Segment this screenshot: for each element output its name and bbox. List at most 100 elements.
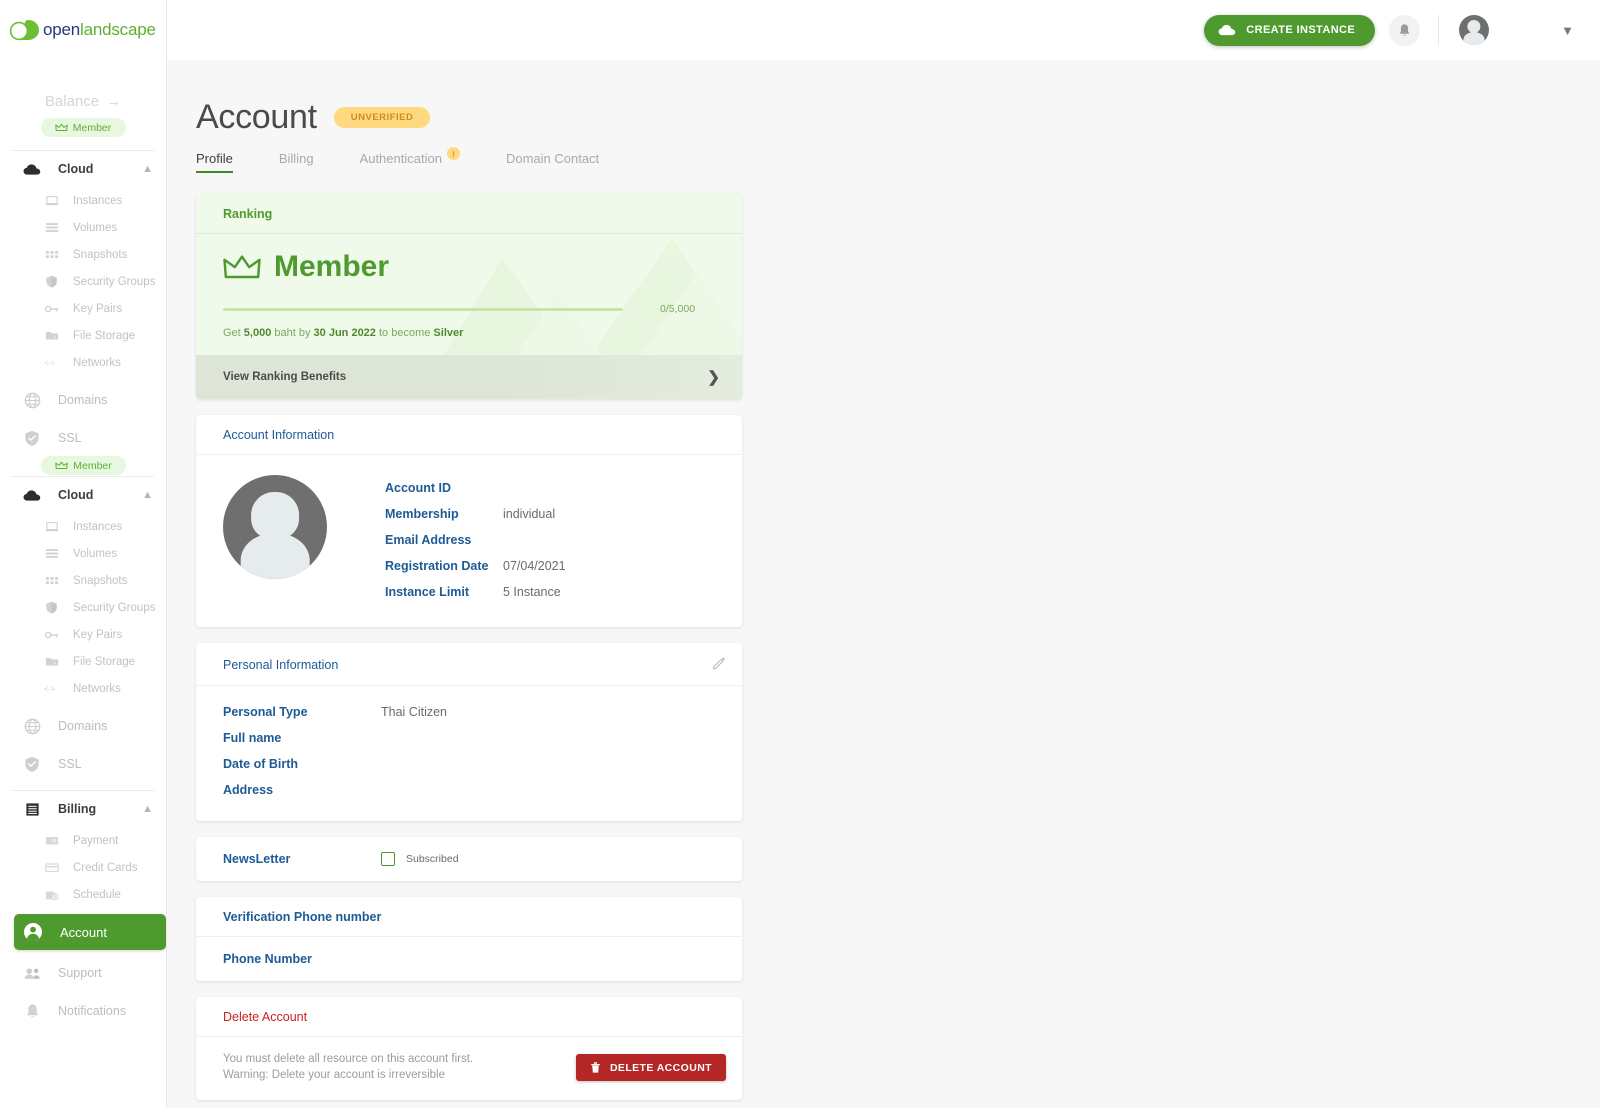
sidebar-item-networks[interactable]: <-> Networks <box>0 349 166 376</box>
view-ranking-benefits-button[interactable]: View Ranking Benefits ❯ <box>196 355 742 399</box>
sidebar-item-notifications[interactable]: Notifications <box>0 992 166 1030</box>
payment-icon <box>44 835 59 846</box>
delete-account-warning: You must delete all resource on this acc… <box>223 1052 473 1083</box>
sidebar-group-cloud-b[interactable]: Cloud ▲ <box>0 477 166 513</box>
notifications-button[interactable] <box>1389 14 1421 46</box>
people-icon <box>22 967 42 980</box>
sidebar-item-support[interactable]: Support <box>0 954 166 992</box>
topbar-divider <box>1438 15 1440 45</box>
account-information-body: Account ID Membership individual Email A… <box>196 455 742 627</box>
folder-icon <box>44 330 59 341</box>
sidebar-item-credit-cards[interactable]: Credit Cards <box>0 854 166 881</box>
sidebar-item-snapshots[interactable]: Snapshots <box>0 241 166 268</box>
account-information-fields: Account ID Membership individual Email A… <box>385 473 566 605</box>
sidebar-item-label: File Storage <box>73 655 136 668</box>
sidebar-item-label: Credit Cards <box>73 861 138 874</box>
delete-warning-line1: You must delete all resource on this acc… <box>223 1053 474 1065</box>
sidebar-item-security-groups[interactable]: Security Groups <box>0 594 166 621</box>
sidebar-item-snapshots[interactable]: Snapshots <box>0 567 166 594</box>
code-icon: <-> <box>44 358 59 368</box>
delete-warning-line2: Warning: Delete your account is irrevers… <box>223 1068 445 1081</box>
bell-icon <box>22 1003 42 1020</box>
sidebar-item-payment[interactable]: Payment <box>0 827 166 854</box>
sidebar-item-file-storage[interactable]: File Storage <box>0 322 166 349</box>
newsletter-checkbox[interactable] <box>381 852 395 866</box>
shield-check-icon <box>22 430 42 447</box>
field-label: Personal Type <box>223 705 308 719</box>
sidebar-group-label: Billing <box>58 802 97 816</box>
verification-phone-header: Verification Phone number <box>196 897 742 937</box>
crown-icon <box>223 254 261 280</box>
avatar[interactable] <box>1459 15 1490 45</box>
brand-logo[interactable]: openlandscape <box>0 0 166 60</box>
user-menu-button[interactable]: ▼ <box>1557 19 1578 42</box>
bell-icon <box>1398 23 1411 38</box>
topbar: CREATE INSTANCE ▼ <box>167 0 1600 60</box>
ranking-note-prefix: Get <box>223 327 241 339</box>
field-label: Membership <box>385 507 459 521</box>
ranking-note-date: 30 Jun 2022 <box>313 327 376 339</box>
sidebar-item-security-groups[interactable]: Security Groups <box>0 268 166 295</box>
openlandscape-logo-icon <box>8 17 42 43</box>
grid-icon <box>44 575 59 586</box>
sidebar-item-key-pairs[interactable]: Key Pairs <box>0 621 166 648</box>
info-badge-icon: i <box>446 147 460 160</box>
delete-account-button[interactable]: DELETE ACCOUNT <box>575 1054 726 1082</box>
tab-profile[interactable]: Profile <box>196 151 233 173</box>
sidebar-item-label: Security Groups <box>73 601 156 614</box>
svg-text:<->: <-> <box>44 684 56 693</box>
sidebar-item-networks[interactable]: <-> Networks <box>0 675 166 702</box>
sidebar-item-label: Volumes <box>73 547 118 560</box>
sidebar-item-account[interactable]: Account <box>14 914 166 950</box>
sidebar-item-key-pairs[interactable]: Key Pairs <box>0 295 166 322</box>
rank-badge: Member <box>40 118 126 137</box>
chevron-down-icon: ▼ <box>1561 22 1574 38</box>
tab-authentication[interactable]: Authentication i <box>360 147 460 173</box>
sidebar-item-ssl[interactable]: SSL <box>0 419 166 457</box>
field-value: Thai Citizen <box>381 705 447 719</box>
sidebar-item-instances[interactable]: Instances <box>0 187 166 214</box>
ranking-title-row: Member <box>223 250 715 284</box>
chevron-up-icon: ▲ <box>142 803 153 815</box>
sidebar-item-label: Snapshots <box>73 248 128 261</box>
ranking-note-tier: Silver <box>433 327 464 339</box>
tab-domain-contact[interactable]: Domain Contact <box>506 151 599 173</box>
sidebar-item-schedule[interactable]: Schedule <box>0 881 166 908</box>
page-header: Account UNVERIFIED Profile Billing Authe… <box>167 60 1600 173</box>
sidebar-item-label: Volumes <box>73 221 118 234</box>
balance-link[interactable]: Balance → <box>0 93 166 110</box>
globe-icon <box>22 392 42 409</box>
sidebar-item-label: Networks <box>73 682 121 695</box>
newsletter-label: NewsLetter <box>223 852 291 866</box>
sidebar-item-label: Account <box>60 924 107 940</box>
view-ranking-benefits-label: View Ranking Benefits <box>223 371 347 383</box>
field-label: Account ID <box>385 481 451 495</box>
chevron-up-icon: ▲ <box>142 163 153 175</box>
sidebar-item-ssl[interactable]: SSL <box>0 745 166 783</box>
create-instance-button[interactable]: CREATE INSTANCE <box>1204 14 1376 46</box>
sidebar-item-label: Security Groups <box>73 275 156 288</box>
pencil-icon[interactable] <box>712 656 726 673</box>
sidebar-item-volumes[interactable]: Volumes <box>0 540 166 567</box>
logo-word-open: open <box>43 20 81 39</box>
tab-billing[interactable]: Billing <box>279 151 314 173</box>
sidebar-item-instances[interactable]: Instances <box>0 513 166 540</box>
ranking-note-suffix: to become <box>378 327 431 339</box>
tabs: Profile Billing Authentication i Domain … <box>196 147 1600 173</box>
sidebar-item-domains[interactable]: Domains <box>0 707 166 745</box>
sidebar-item-file-storage[interactable]: File Storage <box>0 648 166 675</box>
personal-information-header: Personal Information <box>196 643 742 686</box>
sidebar-item-label: File Storage <box>73 329 136 342</box>
sidebar-item-volumes[interactable]: Volumes <box>0 214 166 241</box>
sidebar-group-billing[interactable]: Billing ▲ <box>0 791 166 827</box>
stack-icon <box>44 548 59 559</box>
sidebar-group-cloud-a[interactable]: Cloud ▲ <box>0 151 166 187</box>
sidebar-item-label: Support <box>58 966 102 980</box>
field-label: Address <box>223 783 274 797</box>
sidebar-group-label: Cloud <box>58 162 94 176</box>
ranking-card: Ranking Member 0/5,000 Get 5,000 baht by… <box>196 194 742 399</box>
sidebar-item-domains[interactable]: Domains <box>0 381 166 419</box>
personal-information-body: Personal Type Thai Citizen Full name Dat… <box>196 686 742 821</box>
account-information-card: Account Information Account ID Membershi… <box>196 415 742 627</box>
account-information-title: Account Information <box>223 428 335 442</box>
